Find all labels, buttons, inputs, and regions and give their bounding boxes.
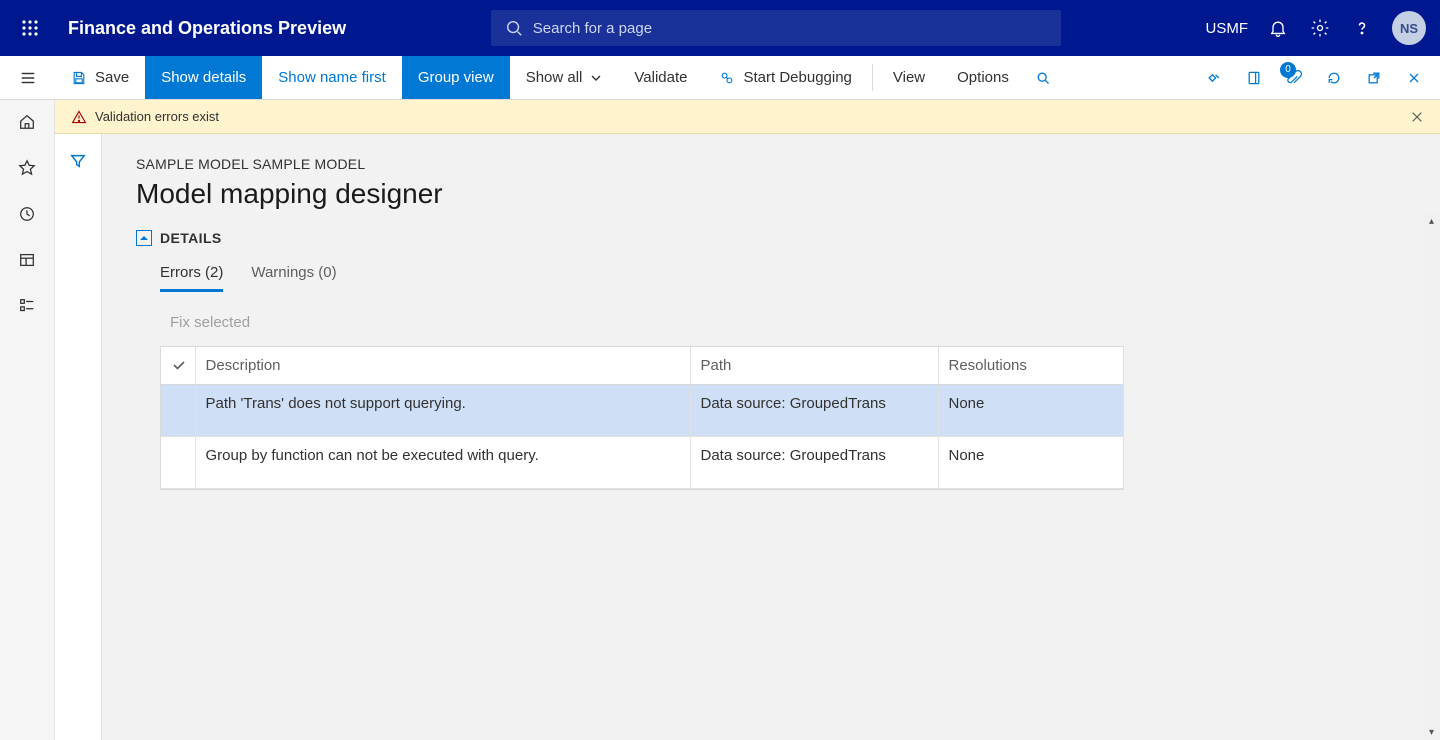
show-name-first-button[interactable]: Show name first bbox=[262, 56, 402, 99]
collapse-icon bbox=[136, 230, 152, 246]
action-pane-right: 0 bbox=[1196, 56, 1440, 99]
col-select[interactable] bbox=[161, 347, 195, 385]
company-picker[interactable]: USMF bbox=[1206, 20, 1249, 37]
nav-modules-icon[interactable] bbox=[15, 294, 39, 318]
save-label: Save bbox=[95, 69, 129, 86]
message-close-button[interactable] bbox=[1410, 110, 1424, 124]
attachments-button[interactable]: 0 bbox=[1276, 56, 1312, 100]
global-search[interactable] bbox=[491, 10, 1061, 46]
debug-icon bbox=[719, 70, 735, 86]
page-title: Model mapping designer bbox=[136, 178, 1406, 210]
app-title: Finance and Operations Preview bbox=[68, 18, 346, 39]
nav-home-icon[interactable] bbox=[15, 110, 39, 134]
filter-rail bbox=[55, 134, 102, 740]
warning-icon bbox=[71, 109, 87, 125]
row-resolutions: None bbox=[938, 385, 1123, 437]
fix-selected-button[interactable]: Fix selected bbox=[170, 314, 250, 331]
page-options-icon[interactable] bbox=[1236, 56, 1272, 100]
row-path: Data source: GroupedTrans bbox=[690, 385, 938, 437]
row-select-cell[interactable] bbox=[161, 385, 195, 437]
row-description: Group by function can not be executed wi… bbox=[195, 437, 690, 489]
show-details-button[interactable]: Show details bbox=[145, 56, 262, 99]
chevron-down-icon bbox=[590, 72, 602, 84]
user-avatar[interactable]: NS bbox=[1392, 11, 1426, 45]
message-bar: Validation errors exist bbox=[55, 100, 1440, 134]
row-description: Path 'Trans' does not support querying. bbox=[195, 385, 690, 437]
notifications-icon[interactable] bbox=[1266, 16, 1290, 40]
details-caption: DETAILS bbox=[160, 230, 222, 246]
filter-icon[interactable] bbox=[69, 152, 87, 740]
table-row[interactable]: Group by function can not be executed wi… bbox=[161, 437, 1123, 489]
popout-button[interactable] bbox=[1356, 56, 1392, 100]
show-all-dropdown[interactable]: Show all bbox=[510, 56, 619, 99]
validate-button[interactable]: Validate bbox=[618, 56, 703, 99]
left-nav-rail bbox=[0, 100, 55, 740]
personalize-icon[interactable] bbox=[1196, 56, 1232, 100]
scroll-up-icon[interactable]: ▴ bbox=[1429, 214, 1434, 229]
nav-collapse-toggle[interactable] bbox=[0, 56, 55, 100]
find-button[interactable] bbox=[1025, 56, 1061, 100]
errors-grid: Description Path Resolutions Path 'Trans… bbox=[160, 346, 1124, 490]
main-content: SAMPLE MODEL SAMPLE MODEL Model mapping … bbox=[102, 134, 1440, 740]
action-pane: Save Show details Show name first Group … bbox=[55, 56, 1440, 100]
header-right: USMF NS bbox=[1206, 11, 1427, 45]
col-description[interactable]: Description bbox=[195, 347, 690, 385]
nav-recent-icon[interactable] bbox=[15, 202, 39, 226]
app-launcher-icon[interactable] bbox=[12, 10, 48, 46]
details-section-header[interactable]: DETAILS bbox=[136, 230, 1406, 246]
checkmark-icon bbox=[171, 357, 185, 373]
table-row[interactable]: Path 'Trans' does not support querying.D… bbox=[161, 385, 1123, 437]
separator bbox=[872, 64, 873, 91]
help-icon[interactable] bbox=[1350, 16, 1374, 40]
global-header: Finance and Operations Preview USMF NS bbox=[0, 0, 1440, 56]
col-path[interactable]: Path bbox=[690, 347, 938, 385]
save-icon bbox=[71, 70, 87, 86]
global-search-input[interactable] bbox=[533, 20, 1047, 37]
row-resolutions: None bbox=[938, 437, 1123, 489]
group-view-button[interactable]: Group view bbox=[402, 56, 510, 99]
scroll-down-icon[interactable]: ▾ bbox=[1429, 725, 1434, 740]
tab-errors[interactable]: Errors (2) bbox=[160, 264, 223, 292]
options-menu[interactable]: Options bbox=[941, 56, 1025, 99]
details-tabs: Errors (2) Warnings (0) bbox=[160, 264, 1406, 292]
vertical-scrollbar[interactable]: ▴ ▾ bbox=[1423, 214, 1440, 740]
settings-icon[interactable] bbox=[1308, 16, 1332, 40]
start-debugging-button[interactable]: Start Debugging bbox=[703, 56, 867, 99]
save-button[interactable]: Save bbox=[55, 56, 145, 99]
row-select-cell[interactable] bbox=[161, 437, 195, 489]
view-menu[interactable]: View bbox=[877, 56, 941, 99]
breadcrumb: SAMPLE MODEL SAMPLE MODEL bbox=[136, 156, 1406, 172]
nav-workspaces-icon[interactable] bbox=[15, 248, 39, 272]
close-button[interactable] bbox=[1396, 56, 1432, 100]
col-resolutions[interactable]: Resolutions bbox=[938, 347, 1123, 385]
search-icon bbox=[505, 19, 523, 37]
refresh-button[interactable] bbox=[1316, 56, 1352, 100]
row-path: Data source: GroupedTrans bbox=[690, 437, 938, 489]
attachments-badge: 0 bbox=[1280, 62, 1296, 78]
nav-favorites-icon[interactable] bbox=[15, 156, 39, 180]
message-text: Validation errors exist bbox=[95, 109, 219, 124]
tab-warnings[interactable]: Warnings (0) bbox=[251, 264, 336, 292]
